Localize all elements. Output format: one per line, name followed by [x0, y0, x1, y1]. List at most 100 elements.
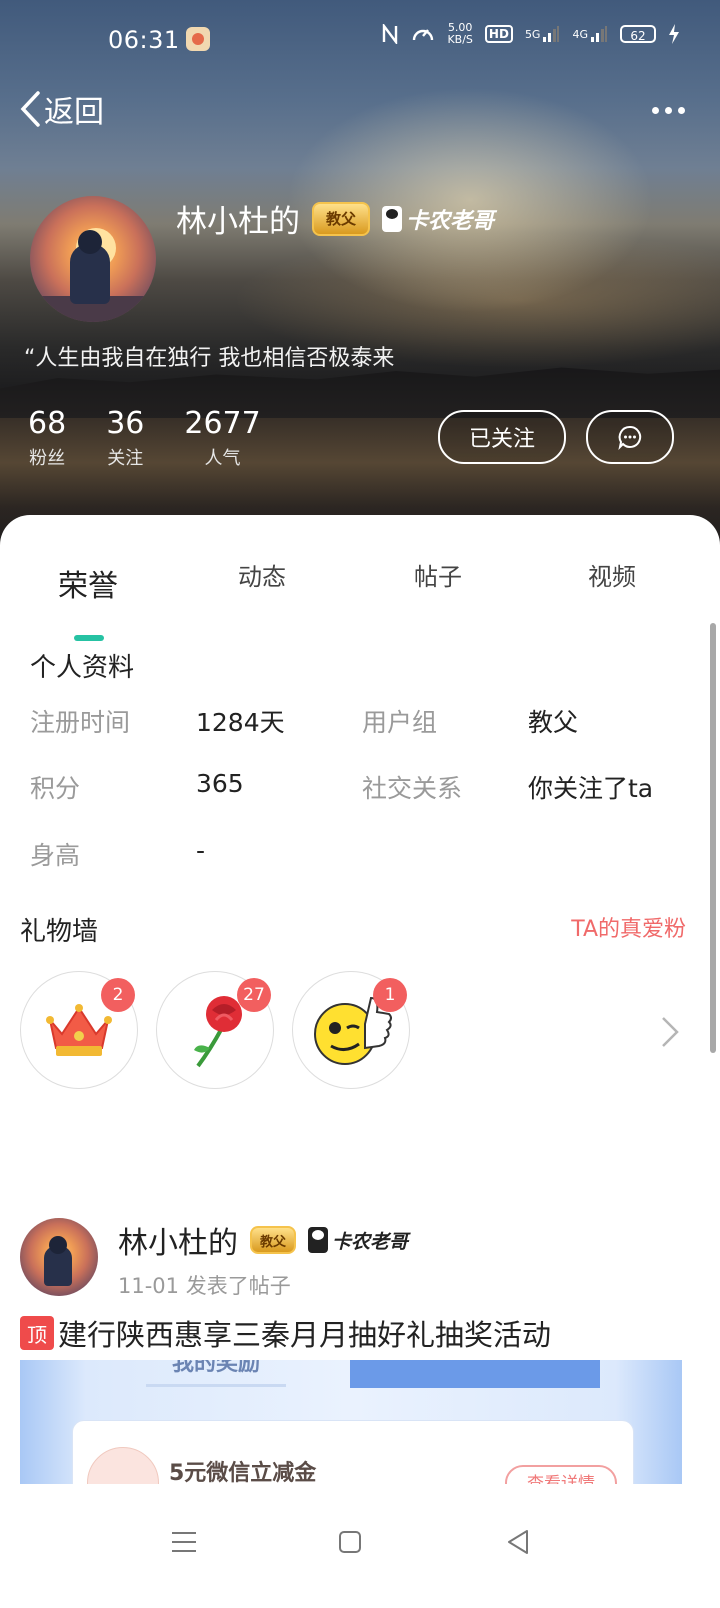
stat-following[interactable]: 36 关注: [106, 404, 144, 470]
more-dot-icon: [678, 106, 685, 114]
back-nav-button[interactable]: [498, 1522, 538, 1562]
more-options-button[interactable]: [652, 100, 692, 120]
title-badge: 卡农老哥: [308, 1227, 408, 1254]
chevron-left-icon: [20, 91, 40, 127]
title-badge: 卡农老哥: [382, 203, 494, 235]
tab-activity[interactable]: 动态: [238, 557, 286, 592]
gift-box-icon: [87, 1447, 159, 1484]
menu-icon: [172, 1532, 196, 1552]
true-fans-link[interactable]: TA的真爱粉: [571, 911, 686, 943]
signal-4g-label: 4G: [572, 27, 588, 41]
info-value-points: 365: [196, 769, 244, 798]
title-badge-avatar-icon: [382, 205, 403, 232]
stat-popularity: 2677 人气: [184, 404, 260, 470]
profile-name: 林小杜的: [176, 204, 300, 240]
gift-count-badge: 27: [237, 978, 271, 1012]
post-image-card: 5元微信立减金 查看详情: [72, 1420, 634, 1484]
signal-5g-label: 5G: [524, 27, 541, 41]
rank-badge-label: 教父: [326, 210, 357, 228]
nfc-icon: [381, 24, 399, 44]
system-navigation-bar: [0, 1484, 720, 1608]
gift-count-badge: 2: [101, 978, 135, 1012]
post-author-avatar[interactable]: [20, 1218, 98, 1296]
speedometer-icon: [411, 23, 435, 45]
profile-stats: 68 粉丝 36 关注 2677 人气: [28, 404, 261, 470]
gift-item[interactable]: 27: [156, 971, 274, 1089]
tab-videos[interactable]: 视频: [588, 557, 636, 592]
title-badge-avatar-icon: [308, 1227, 329, 1253]
back-triangle-icon: [508, 1530, 528, 1554]
home-square-icon: [339, 1531, 361, 1553]
signal-4g-icon: 4G: [572, 25, 608, 43]
personal-info-title: 个人资料: [30, 653, 135, 683]
status-icons: 5.00 KB/S HD 5G 4G 62: [381, 22, 680, 46]
info-value-height: -: [196, 836, 206, 865]
info-label-relationship: 社交关系: [362, 774, 463, 803]
stat-label: 关注: [107, 448, 144, 469]
rank-badge: 教父: [312, 201, 371, 236]
title-badge-label: 卡农老哥: [406, 208, 495, 234]
hd-label: HD: [488, 27, 509, 41]
info-label-points: 积分: [30, 774, 81, 803]
gift-item[interactable]: 2: [20, 971, 138, 1089]
pinned-tag: 顶: [20, 1316, 54, 1350]
profile-signature: “人生由我自在独行 我也相信否极泰来: [24, 346, 395, 371]
more-dot-icon: [652, 106, 659, 114]
back-label: 返回: [44, 95, 104, 130]
post-image-heading: 我的奖励: [146, 1360, 286, 1387]
post-meta: 11-01 发表了帖子: [118, 1274, 291, 1298]
network-speed: 5.00 KB/S: [447, 22, 472, 46]
title-badge-label: 卡农老哥: [332, 1230, 409, 1253]
post-author-row: 林小杜的 教父 卡农老哥: [118, 1218, 408, 1262]
rank-badge: 教父: [250, 1226, 297, 1254]
home-nav-button[interactable]: [330, 1522, 370, 1562]
info-value-user-group: 教父: [528, 708, 579, 737]
post-title-row[interactable]: 顶 建行陕西惠享三秦月月抽好礼抽奖活动: [20, 1312, 551, 1354]
tab-honor[interactable]: 荣誉: [58, 561, 118, 605]
profile-header-background: 06:31 5.00 KB/S HD 5G 4G 62 返回 林小杜的 教父 卡…: [0, 0, 720, 560]
status-time: 06:31: [108, 26, 180, 54]
battery-icon: 62: [620, 25, 656, 43]
post-image-banner: [350, 1360, 600, 1388]
info-label-user-group: 用户组: [362, 708, 438, 737]
post-image-card-text: 5元微信立减金: [169, 1461, 317, 1484]
profile-name-row: 林小杜的 教父 卡农老哥: [176, 196, 494, 241]
charging-icon: [668, 24, 680, 44]
stat-value: 2677: [184, 406, 261, 441]
menu-nav-button[interactable]: [164, 1522, 204, 1562]
crown-icon: [46, 1004, 112, 1056]
post-author-name[interactable]: 林小杜的: [118, 1218, 238, 1262]
scrollbar[interactable]: [710, 623, 716, 1053]
profile-tabs: 荣誉 动态 帖子 视频: [0, 543, 720, 641]
post-image-card-button: 查看详情: [505, 1465, 617, 1484]
gift-count-badge: 1: [373, 978, 407, 1012]
message-button[interactable]: [586, 410, 674, 464]
network-speed-unit: KB/S: [447, 33, 473, 46]
active-tab-indicator: [74, 635, 104, 641]
gift-wall-title: 礼物墙: [20, 917, 99, 947]
stat-value: 68: [28, 406, 67, 441]
info-label-height: 身高: [30, 841, 81, 870]
signal-5g-icon: 5G: [525, 25, 561, 43]
more-dot-icon: [665, 106, 672, 114]
info-value-relationship: 你关注了ta: [528, 774, 654, 803]
back-button[interactable]: 返回: [18, 86, 104, 132]
info-label-register-time: 注册时间: [30, 708, 131, 737]
gift-item[interactable]: 1: [292, 971, 410, 1089]
chevron-right-icon[interactable]: [660, 1015, 680, 1049]
follow-button-label: 已关注: [468, 427, 535, 452]
profile-avatar[interactable]: [30, 196, 156, 322]
stat-label: 人气: [204, 448, 241, 469]
rank-badge-label: 教父: [260, 1234, 287, 1250]
post-image[interactable]: 我的奖励 5元微信立减金 查看详情: [20, 1360, 682, 1484]
post-title: 建行陕西惠享三秦月月抽好礼抽奖活动: [58, 1318, 552, 1352]
notification-app-icon: [186, 27, 210, 51]
chat-bubble-icon: [618, 425, 642, 450]
status-bar: 06:31 5.00 KB/S HD 5G 4G 62: [0, 0, 720, 80]
follow-button[interactable]: 已关注: [438, 410, 566, 464]
stat-value: 36: [106, 406, 145, 441]
hd-voice-icon: HD: [484, 25, 513, 43]
info-value-register-time: 1284天: [196, 708, 285, 737]
stat-fans[interactable]: 68 粉丝: [28, 404, 66, 470]
tab-posts[interactable]: 帖子: [414, 557, 462, 592]
